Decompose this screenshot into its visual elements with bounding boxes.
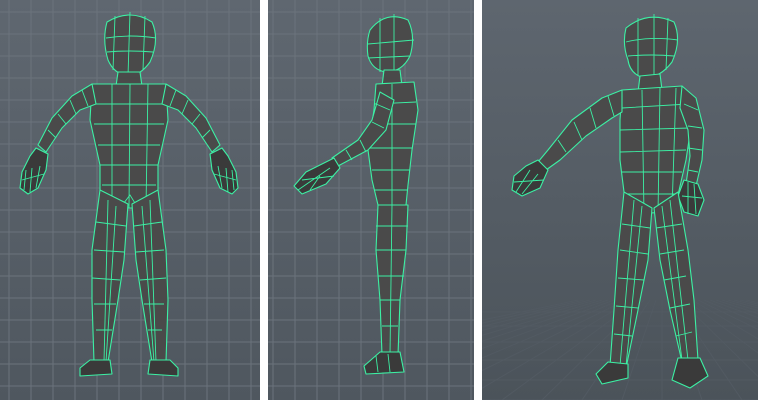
front-viewport-canvas[interactable] — [0, 0, 260, 400]
side-viewport-canvas[interactable] — [268, 0, 474, 400]
side-viewport[interactable] — [268, 0, 474, 400]
front-viewport[interactable] — [0, 0, 260, 400]
perspective-viewport-canvas[interactable] — [482, 0, 758, 400]
perspective-viewport[interactable] — [482, 0, 758, 400]
